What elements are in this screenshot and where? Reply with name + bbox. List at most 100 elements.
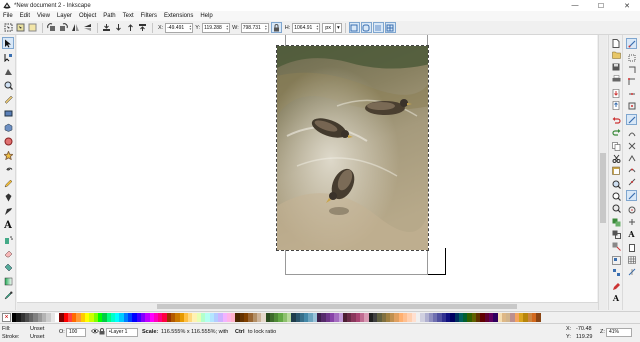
new-document-button[interactable]: [611, 38, 621, 48]
menu-edit[interactable]: Edit: [20, 13, 30, 19]
zoom-tool[interactable]: [2, 79, 14, 91]
fill-value[interactable]: Unset: [30, 326, 44, 332]
paste-button[interactable]: [611, 165, 621, 175]
x-spinner-icon[interactable]: ▴ ▾: [189, 24, 191, 31]
dropper-tool[interactable]: [2, 289, 14, 301]
layer-visibility-button[interactable]: [91, 328, 99, 336]
snap-line-midpoints-button[interactable]: [626, 176, 637, 187]
ellipse-tool[interactable]: [2, 135, 14, 147]
rectangle-tool[interactable]: [2, 107, 14, 119]
unit-dropdown-button[interactable]: ▾: [335, 22, 342, 33]
selector-tool[interactable]: [2, 37, 14, 49]
ungroup-button[interactable]: [611, 267, 621, 277]
gradient-tool[interactable]: [2, 275, 14, 287]
menu-text[interactable]: Text: [123, 13, 134, 19]
stroke-value[interactable]: Unset: [30, 334, 44, 340]
star-tool[interactable]: [2, 149, 14, 161]
open-button[interactable]: [611, 50, 621, 60]
import-button[interactable]: [611, 88, 621, 98]
snap-rotation-centers-button[interactable]: [626, 216, 637, 227]
node-tool[interactable]: [2, 51, 14, 63]
snap-paths-button[interactable]: [626, 128, 637, 139]
layer-lock-button[interactable]: [99, 328, 105, 337]
horizontal-scroll-thumb[interactable]: [157, 304, 517, 309]
snap-bbox-midpoint-button[interactable]: [626, 88, 637, 99]
snap-page-border-button[interactable]: [626, 242, 637, 253]
menu-path[interactable]: Path: [103, 13, 115, 19]
measure-tool[interactable]: [2, 93, 14, 105]
snap-guides-button[interactable]: [626, 266, 637, 277]
menu-help[interactable]: Help: [200, 13, 212, 19]
select-all-button[interactable]: [3, 22, 14, 33]
clone-button[interactable]: [611, 229, 621, 239]
snap-nodes-toggle[interactable]: [626, 114, 637, 125]
save-button[interactable]: [611, 62, 621, 72]
menu-object[interactable]: Object: [79, 13, 96, 19]
deselect-button[interactable]: [27, 22, 38, 33]
unlink-clone-button[interactable]: [611, 241, 621, 251]
zoom-field[interactable]: 41%: [606, 328, 632, 337]
vertical-scroll-thumb[interactable]: [600, 153, 606, 223]
snap-smooth-nodes-button[interactable]: [626, 164, 637, 175]
y-field[interactable]: 119.288 ▴ ▾: [202, 22, 231, 33]
flip-horizontal-button[interactable]: [70, 22, 81, 33]
lock-ratio-button[interactable]: [270, 22, 282, 33]
snap-bbox-edge-button[interactable]: [626, 64, 637, 75]
snap-intersections-button[interactable]: [626, 140, 637, 151]
snap-others-toggle[interactable]: [626, 190, 637, 201]
text-tool[interactable]: A: [2, 219, 14, 231]
rotate-ccw-button[interactable]: [46, 22, 57, 33]
close-button[interactable]: ✕: [614, 0, 640, 11]
no-paint-swatch[interactable]: ×: [2, 312, 11, 322]
raise-to-top-button[interactable]: [137, 22, 148, 33]
snap-bbox-button[interactable]: [626, 52, 637, 63]
selected-photo-ducks[interactable]: [276, 45, 429, 251]
fill-stroke-button[interactable]: [611, 281, 621, 291]
snap-bbox-corner-button[interactable]: [626, 76, 637, 87]
spray-tool[interactable]: [2, 233, 14, 245]
color-swatch[interactable]: [536, 312, 541, 322]
redo-button[interactable]: [611, 127, 621, 137]
snap-text-baseline-button[interactable]: A: [626, 228, 637, 239]
snap-toggle[interactable]: [626, 38, 637, 49]
cut-button[interactable]: [611, 153, 621, 163]
snap-grid-button[interactable]: [626, 254, 637, 265]
flip-vertical-button[interactable]: [82, 22, 93, 33]
y-spinner-icon[interactable]: ▴ ▾: [226, 24, 228, 31]
raise-button[interactable]: [125, 22, 136, 33]
scale-radii-toggle[interactable]: [360, 22, 372, 33]
eraser-tool[interactable]: [2, 247, 14, 259]
menu-file[interactable]: File: [3, 13, 13, 19]
snap-cusp-nodes-button[interactable]: [626, 152, 637, 163]
duplicate-button[interactable]: [611, 217, 621, 227]
w-field[interactable]: 798.731 ▴ ▾: [240, 22, 269, 33]
x-field[interactable]: -49.491 ▴ ▾: [165, 22, 194, 33]
w-spinner-icon[interactable]: ▴ ▾: [265, 24, 267, 31]
group-button[interactable]: [611, 255, 621, 265]
move-gradients-toggle[interactable]: [372, 22, 384, 33]
menu-extensions[interactable]: Extensions: [164, 13, 193, 19]
rotate-cw-button[interactable]: [58, 22, 69, 33]
select-all-layers-button[interactable]: [15, 22, 26, 33]
zoom-drawing-button[interactable]: [611, 191, 621, 201]
h-spinner-icon[interactable]: ▴ ▾: [316, 24, 318, 31]
zoom-page-button[interactable]: [611, 203, 621, 213]
paint-bucket-tool[interactable]: [2, 261, 14, 273]
vertical-scrollbar[interactable]: [598, 35, 607, 310]
opacity-field[interactable]: 100: [66, 328, 86, 337]
copy-button[interactable]: [611, 141, 621, 151]
horizontal-scrollbar[interactable]: [17, 302, 598, 310]
print-button[interactable]: [611, 74, 621, 84]
spiral-tool[interactable]: [2, 163, 14, 175]
minimize-button[interactable]: —: [562, 0, 588, 11]
menu-filters[interactable]: Filters: [141, 13, 157, 19]
scale-stroke-toggle[interactable]: [348, 22, 360, 33]
lower-to-bottom-button[interactable]: [101, 22, 112, 33]
drawing-canvas[interactable]: [17, 35, 597, 310]
snap-bbox-center-button[interactable]: [626, 100, 637, 111]
lower-button[interactable]: [113, 22, 124, 33]
layer-select[interactable]: •Layer 1: [106, 328, 138, 337]
menu-layer[interactable]: Layer: [57, 13, 72, 19]
snap-centers-button[interactable]: [626, 204, 637, 215]
undo-button[interactable]: [611, 115, 621, 125]
